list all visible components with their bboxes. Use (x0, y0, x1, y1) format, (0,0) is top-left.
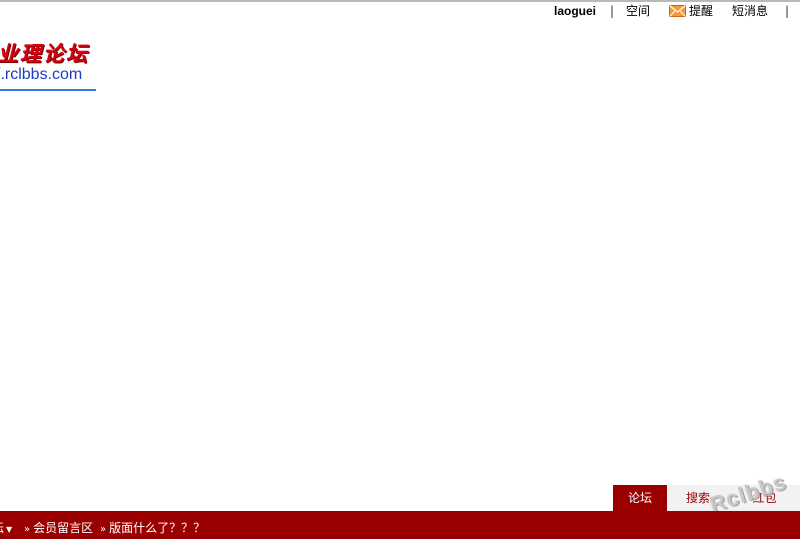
breadcrumb-home-label: 坛 (0, 521, 4, 535)
breadcrumb-arrow: » (100, 524, 107, 535)
breadcrumb-thread: » 版面什么了？？？ (100, 511, 205, 547)
breadcrumb-thread-label: 版面什么了？？？ (109, 521, 206, 535)
logo-underline (0, 89, 96, 91)
breadcrumb-home[interactable]: 坛▼ (0, 511, 12, 547)
tab-forum[interactable]: 论坛 (613, 485, 667, 511)
separator: | (610, 4, 615, 18)
pm-link[interactable]: 短消息 (732, 2, 768, 20)
notify-label: 提醒 (689, 4, 714, 18)
notify-link[interactable]: 提醒 (669, 2, 713, 20)
breadcrumb-board-label: 会员留言区 (33, 521, 94, 535)
separator: | (785, 4, 790, 18)
chevron-down-icon: ▼ (6, 525, 13, 534)
logo-url-text: /.rclbbs.com (0, 66, 83, 83)
site-logo[interactable]: 业理论坛 /.rclbbs.com (0, 38, 100, 98)
username-link[interactable]: laoguei (554, 2, 596, 20)
breadcrumb-arrow: » (24, 524, 31, 535)
envelope-icon (669, 5, 686, 17)
breadcrumb: 坛▼ »会员留言区 »版面什么了？？？ (0, 511, 800, 539)
breadcrumb-board[interactable]: » 会员留言区 (24, 511, 93, 547)
space-link[interactable]: 空间 (626, 2, 650, 20)
logo-cn-text: 业理论坛 (0, 41, 89, 66)
